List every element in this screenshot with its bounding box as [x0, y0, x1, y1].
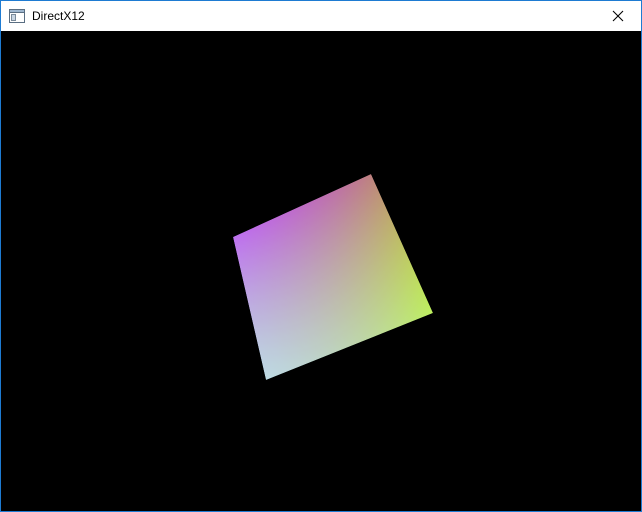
- close-button[interactable]: [595, 1, 641, 31]
- render-viewport[interactable]: [1, 31, 641, 511]
- close-icon: [612, 10, 624, 22]
- directx-window: DirectX12: [0, 0, 642, 512]
- title-bar[interactable]: DirectX12: [1, 1, 641, 31]
- window-title: DirectX12: [32, 9, 85, 23]
- rotated-color-quad: [233, 174, 433, 380]
- window-app-icon[interactable]: [9, 9, 25, 23]
